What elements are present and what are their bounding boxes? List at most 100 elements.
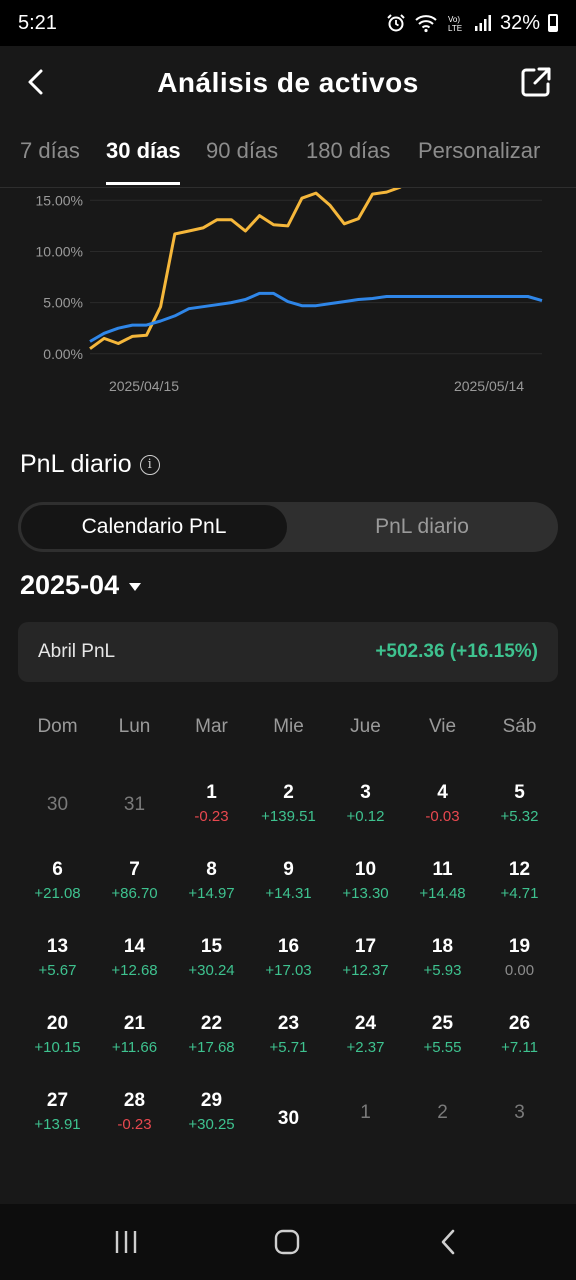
- daily-pnl-button[interactable]: PnL diario: [289, 505, 555, 549]
- y-tick-label: 5.00%: [43, 295, 83, 311]
- info-icon[interactable]: i: [139, 454, 160, 475]
- calendar-day-cell[interactable]: 4 -0.03: [404, 770, 481, 847]
- calendar-day-number: 12: [508, 859, 531, 880]
- calendar-day-number: 14: [123, 936, 146, 957]
- weekday-label: Vie: [428, 716, 457, 737]
- calendar-day-pnl: -0.23: [194, 808, 229, 825]
- pnl-section-title: PnL diario i: [20, 450, 160, 479]
- calendar-day-number: 13: [46, 936, 69, 957]
- calendar-day-number: 24: [354, 1013, 377, 1034]
- calendar-day-cell[interactable]: 27 +13.91: [19, 1078, 96, 1155]
- calendar-day-cell[interactable]: 3 +0.12: [327, 770, 404, 847]
- calendar-day-cell[interactable]: 29 +30.25: [173, 1078, 250, 1155]
- calendar-day-cell[interactable]: 19 0.00: [481, 924, 558, 1001]
- calendar-day-number: 1: [360, 1102, 371, 1123]
- calendar-day-number: 5: [514, 782, 525, 803]
- calendar-day-cell[interactable]: 15 +30.24: [173, 924, 250, 1001]
- calendar-day-number: 26: [508, 1013, 531, 1034]
- calendar-day-cell[interactable]: 8 +14.97: [173, 847, 250, 924]
- calendar-day-cell[interactable]: 17 +12.37: [327, 924, 404, 1001]
- weekday-label: Jue: [350, 716, 381, 737]
- status-bar: 5:21 Vo) LTE 32%: [0, 0, 576, 46]
- chevron-left-icon: [28, 69, 43, 95]
- calendar-day-cell[interactable]: 20 +10.15: [19, 1001, 96, 1078]
- calendar-day-cell: 31: [96, 770, 173, 847]
- calendar-day-cell: 3: [481, 1078, 558, 1155]
- calendar-day-number: 25: [431, 1013, 454, 1034]
- calendar-day-number: 4: [437, 782, 448, 803]
- app-header: Análisis de activos: [0, 46, 576, 120]
- calendar-day-pnl: +5.71: [269, 1039, 308, 1056]
- calendar-day-number: 31: [123, 794, 146, 815]
- calendar-day-cell[interactable]: 13 +5.67: [19, 924, 96, 1001]
- status-time: 5:21: [18, 11, 57, 34]
- calendar-day-number: 27: [46, 1090, 69, 1111]
- calendar-day-cell[interactable]: 10 +13.30: [327, 847, 404, 924]
- recent-apps-button[interactable]: [106, 1224, 146, 1260]
- calendar-pnl-button[interactable]: Calendario PnL: [21, 505, 287, 549]
- weekday-label: Mar: [195, 716, 228, 737]
- pnl-title-text: PnL diario: [20, 450, 132, 478]
- tab-180-dias[interactable]: 180 días: [306, 138, 390, 164]
- home-button[interactable]: [267, 1224, 307, 1260]
- svg-text:Vo): Vo): [448, 15, 460, 24]
- calendar-day-cell: 30: [19, 770, 96, 847]
- calendar-day-cell[interactable]: 30: [250, 1078, 327, 1155]
- weekday-label: Lun: [118, 716, 151, 737]
- calendar-day-cell[interactable]: 6 +21.08: [19, 847, 96, 924]
- calendar-day-cell[interactable]: 9 +14.31: [250, 847, 327, 924]
- calendar-day-pnl: +12.68: [111, 962, 158, 979]
- system-back-button[interactable]: [428, 1224, 468, 1260]
- calendar-day-cell[interactable]: 22 +17.68: [173, 1001, 250, 1078]
- recent-apps-icon: [115, 1231, 137, 1253]
- battery-icon: [548, 14, 558, 32]
- weekday-label: Sáb: [502, 716, 537, 737]
- tab-30-dias[interactable]: 30 días: [106, 138, 181, 164]
- calendar-day-cell[interactable]: 11 +14.48: [404, 847, 481, 924]
- share-button[interactable]: [518, 64, 554, 100]
- calendar-day-cell[interactable]: 26 +7.11: [481, 1001, 558, 1078]
- calendar-day-pnl: +17.03: [265, 962, 312, 979]
- calendar-day-pnl: -0.03: [425, 808, 460, 825]
- calendar-day-cell[interactable]: 18 +5.93: [404, 924, 481, 1001]
- page-title: Análisis de activos: [157, 67, 419, 98]
- calendar-day-cell[interactable]: 24 +2.37: [327, 1001, 404, 1078]
- calendar-day-cell[interactable]: 14 +12.68: [96, 924, 173, 1001]
- calendar-day-number: 3: [360, 782, 371, 803]
- tab-7-dias[interactable]: 7 días: [20, 138, 80, 164]
- calendar-day-number: 1: [206, 782, 217, 803]
- tab-personalizar[interactable]: Personalizar: [418, 138, 540, 164]
- active-tab-indicator: [106, 182, 180, 185]
- calendar-day-number: 19: [508, 936, 531, 957]
- calendar-day-number: 30: [277, 1108, 300, 1129]
- calendar-day-pnl: +30.24: [188, 962, 235, 979]
- month-summary-label: Abril PnL: [38, 641, 116, 662]
- calendar-day-cell[interactable]: 12 +4.71: [481, 847, 558, 924]
- calendar-day-cell[interactable]: 25 +5.55: [404, 1001, 481, 1078]
- calendar-day-cell[interactable]: 5 +5.32: [481, 770, 558, 847]
- calendar-day-number: 15: [200, 936, 223, 957]
- battery-percent: 32%: [499, 11, 540, 34]
- calendar-day-cell[interactable]: 2 +139.51: [250, 770, 327, 847]
- calendar-day-number: 21: [123, 1013, 146, 1034]
- tab-90-dias[interactable]: 90 días: [206, 138, 278, 164]
- calendar-day-pnl: +5.55: [423, 1039, 462, 1056]
- calendar-day-cell[interactable]: 1 -0.23: [173, 770, 250, 847]
- month-selector[interactable]: 2025-04: [20, 570, 142, 601]
- calendar-day-cell[interactable]: 7 +86.70: [96, 847, 173, 924]
- calendar-day-cell[interactable]: 21 +11.66: [96, 1001, 173, 1078]
- x-tick-label: 2025/04/15: [109, 378, 179, 394]
- calendar-day-cell[interactable]: 23 +5.71: [250, 1001, 327, 1078]
- y-tick-label: 0.00%: [43, 346, 83, 362]
- x-tick-label: 2025/05/14: [454, 378, 524, 394]
- weekday-header: Dom Lun Mar Mie Jue Vie Sáb: [0, 716, 576, 740]
- calendar-day-cell[interactable]: 16 +17.03: [250, 924, 327, 1001]
- calendar-day-pnl: +5.32: [500, 808, 539, 825]
- y-tick-label: 10.00%: [36, 243, 83, 259]
- returns-chart[interactable]: 15.00% 10.00% 5.00% 0.00% 2025/04/15 2025/05/…: [0, 188, 576, 418]
- calendar-day-cell[interactable]: 28 -0.23: [96, 1078, 173, 1155]
- back-button[interactable]: [20, 66, 52, 98]
- back-icon: [441, 1229, 455, 1255]
- calendar-day-number: 6: [52, 859, 63, 880]
- period-tabs: 7 días 30 días 90 días 180 días Personal…: [0, 126, 576, 188]
